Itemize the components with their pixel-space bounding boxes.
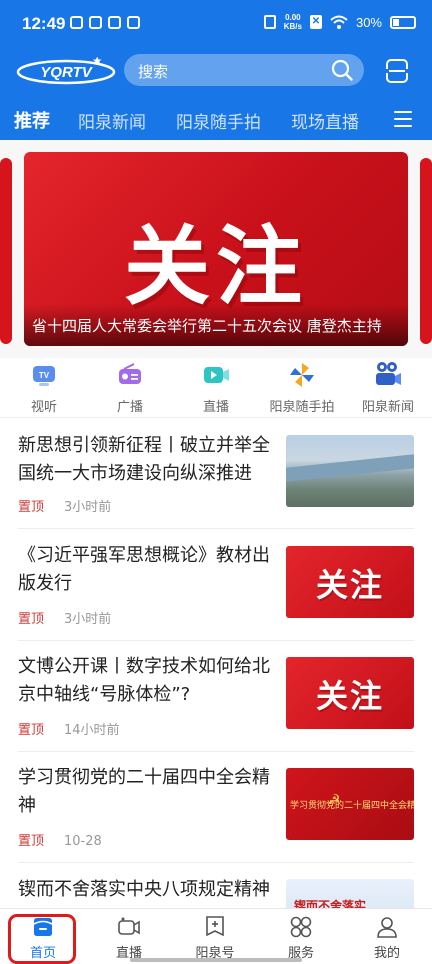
gesture-bar[interactable] [130, 958, 302, 962]
yqrtv-logo[interactable]: YQRTV [16, 56, 116, 86]
divider [18, 862, 414, 863]
banner-image-text: 关注 [124, 219, 308, 315]
thumbnail-text: 学习贯彻党的二十届四中全会精神 [290, 801, 414, 811]
user-icon [377, 917, 397, 938]
divider [18, 528, 414, 529]
quick-link-label: 阳泉新闻 [361, 400, 414, 415]
news-thumbnail: 关注 [286, 546, 414, 618]
status-time: 12:49 [22, 14, 66, 33]
status-right: 0.00 KB/s ✕ 30% [263, 13, 416, 31]
video-app-icon [89, 16, 102, 29]
quick-link-label: 阳泉随手拍 [269, 400, 335, 415]
nav-label: 我的 [373, 946, 400, 961]
quick-link-live[interactable]: 直播 [171, 360, 261, 415]
video-camera-icon [118, 917, 140, 935]
search-bar[interactable]: 搜索 [124, 54, 364, 86]
thumbnail-text: 关注 [315, 567, 384, 603]
tab-recommend[interactable]: 推荐 [14, 107, 50, 133]
banner-carousel: 关注 省十四届人大常委会举行第二十五次会议 唐登杰主持 [0, 140, 432, 358]
notification-app-icon [70, 16, 83, 29]
logo-text: YQRTV [40, 64, 93, 81]
channel-menu-icon[interactable] [394, 111, 412, 127]
news-item[interactable]: 新思想引领新征程丨破立并举全国统一大市场建设向纵深推进 置顶 3小时前 [18, 432, 414, 516]
scan-icon[interactable] [384, 58, 410, 84]
nav-live[interactable]: 直播 [94, 915, 164, 961]
notification-icons [70, 16, 140, 29]
news-title: 锲而不舍落实中央八项规定精神 [18, 879, 270, 900]
battery-percent: 30% [355, 14, 382, 30]
news-title: 《习近平强军思想概论》教材出版发行 [18, 545, 270, 594]
pinned-tag: 置顶 [18, 723, 45, 738]
radio-icon [119, 363, 141, 384]
top-header: 12:49 0.00 KB/s ✕ 30% YQRTV 搜索 推荐 阳泉新闻 阳… [0, 0, 432, 140]
tab-yangquan-snapshot[interactable]: 阳泉随手拍 [176, 108, 261, 133]
news-item[interactable]: 文博公开课丨数字技术如何给北京中轴线“号脉体检”? 置顶 14小时前 关注 [18, 653, 414, 738]
live-camera-icon [204, 367, 229, 383]
network-speed: 0.00 KB/s [284, 13, 302, 31]
news-item[interactable]: 学习贯彻党的二十届四中全会精神 置顶 10-28 ☭ 学习贯彻党的二十届四中全会精… [18, 764, 414, 849]
battery-icon [390, 15, 416, 29]
news-item[interactable]: 《习近平强军思想概论》教材出版发行 置顶 3小时前 关注 [18, 542, 414, 627]
channel-tabs: 推荐 阳泉新闻 阳泉随手拍 现场直播 [0, 100, 432, 138]
banner-prev-peek[interactable] [0, 158, 12, 344]
banner-next-peek[interactable] [420, 158, 432, 344]
tab-yangquan-news[interactable]: 阳泉新闻 [78, 108, 146, 133]
news-meta: 置顶 3小时前 [18, 496, 111, 515]
news-thumbnail [286, 435, 414, 507]
news-thumbnail: ☭ 学习贯彻党的二十届四中全会精神 [286, 768, 414, 840]
quick-link-label: 广播 [116, 400, 143, 415]
news-time: 3小时前 [64, 500, 112, 515]
tab-live[interactable]: 现场直播 [291, 108, 359, 133]
news-meta: 置顶 3小时前 [18, 608, 111, 627]
quick-link-news[interactable]: 阳泉新闻 [343, 360, 432, 415]
news-title: 学习贯彻党的二十届四中全会精神 [18, 767, 270, 816]
search-icon[interactable] [330, 58, 354, 82]
home-highlight-box [8, 914, 76, 964]
news-meta: 置顶 14小时前 [18, 719, 120, 738]
divider [18, 751, 414, 752]
thumbnail-text: 锲而不舍落实 [294, 899, 367, 908]
quick-link-video[interactable]: TV 视听 [0, 360, 89, 415]
pinned-tag: 置顶 [18, 834, 45, 849]
news-title: 新思想引领新征程丨破立并举全国统一大市场建设向纵深推进 [18, 435, 270, 484]
calendar-app-icon [108, 16, 121, 29]
add-post-icon [206, 916, 224, 937]
news-thumbnail: 锲而不舍落实 [286, 879, 414, 908]
vibrate-icon [263, 15, 276, 29]
pinned-tag: 置顶 [18, 500, 45, 515]
message-app-icon [127, 16, 140, 29]
svg-text:TV: TV [39, 371, 50, 380]
search-placeholder: 搜索 [138, 63, 169, 81]
quick-links: TV 视听 广播 直播 阳泉随手拍 阳泉新闻 [0, 358, 432, 418]
thumbnail-text: 关注 [315, 678, 384, 714]
network-speed-value: 0.00 [285, 13, 301, 22]
pinned-tag: 置顶 [18, 612, 45, 627]
news-title: 文博公开课丨数字技术如何给北京中轴线“号脉体检”? [18, 656, 270, 705]
news-camera-icon [376, 362, 401, 385]
quick-link-radio[interactable]: 广播 [85, 360, 175, 415]
nav-profile[interactable]: 我的 [352, 915, 422, 961]
status-bar: 12:49 0.00 KB/s ✕ 30% [0, 0, 432, 50]
news-meta: 置顶 10-28 [18, 830, 102, 849]
network-speed-unit: KB/s [283, 22, 302, 31]
news-time: 3小时前 [64, 612, 112, 627]
wifi-icon [330, 15, 348, 29]
news-time: 10-28 [64, 834, 102, 849]
news-item[interactable]: 锲而不舍落实中央八项规定精神 锲而不舍落实 [18, 876, 414, 908]
tv-icon: TV [33, 366, 55, 386]
banner-slide[interactable]: 关注 省十四届人大常委会举行第二十五次会议 唐登杰主持 [24, 152, 408, 346]
divider [18, 640, 414, 641]
nav-services[interactable]: 服务 [266, 915, 336, 961]
pinwheel-icon [290, 363, 314, 387]
news-time: 14小时前 [64, 723, 120, 738]
services-grid-icon [290, 916, 312, 938]
nav-yangquan-account[interactable]: 阳泉号 [180, 915, 250, 961]
banner-caption: 省十四届人大常委会举行第二十五次会议 唐登杰主持 [32, 317, 382, 335]
quick-link-label: 直播 [202, 400, 229, 415]
news-thumbnail: 关注 [286, 657, 414, 729]
no-sim-icon: ✕ [309, 15, 322, 29]
quick-link-label: 视听 [30, 400, 57, 415]
quick-link-snapshot[interactable]: 阳泉随手拍 [257, 360, 347, 415]
